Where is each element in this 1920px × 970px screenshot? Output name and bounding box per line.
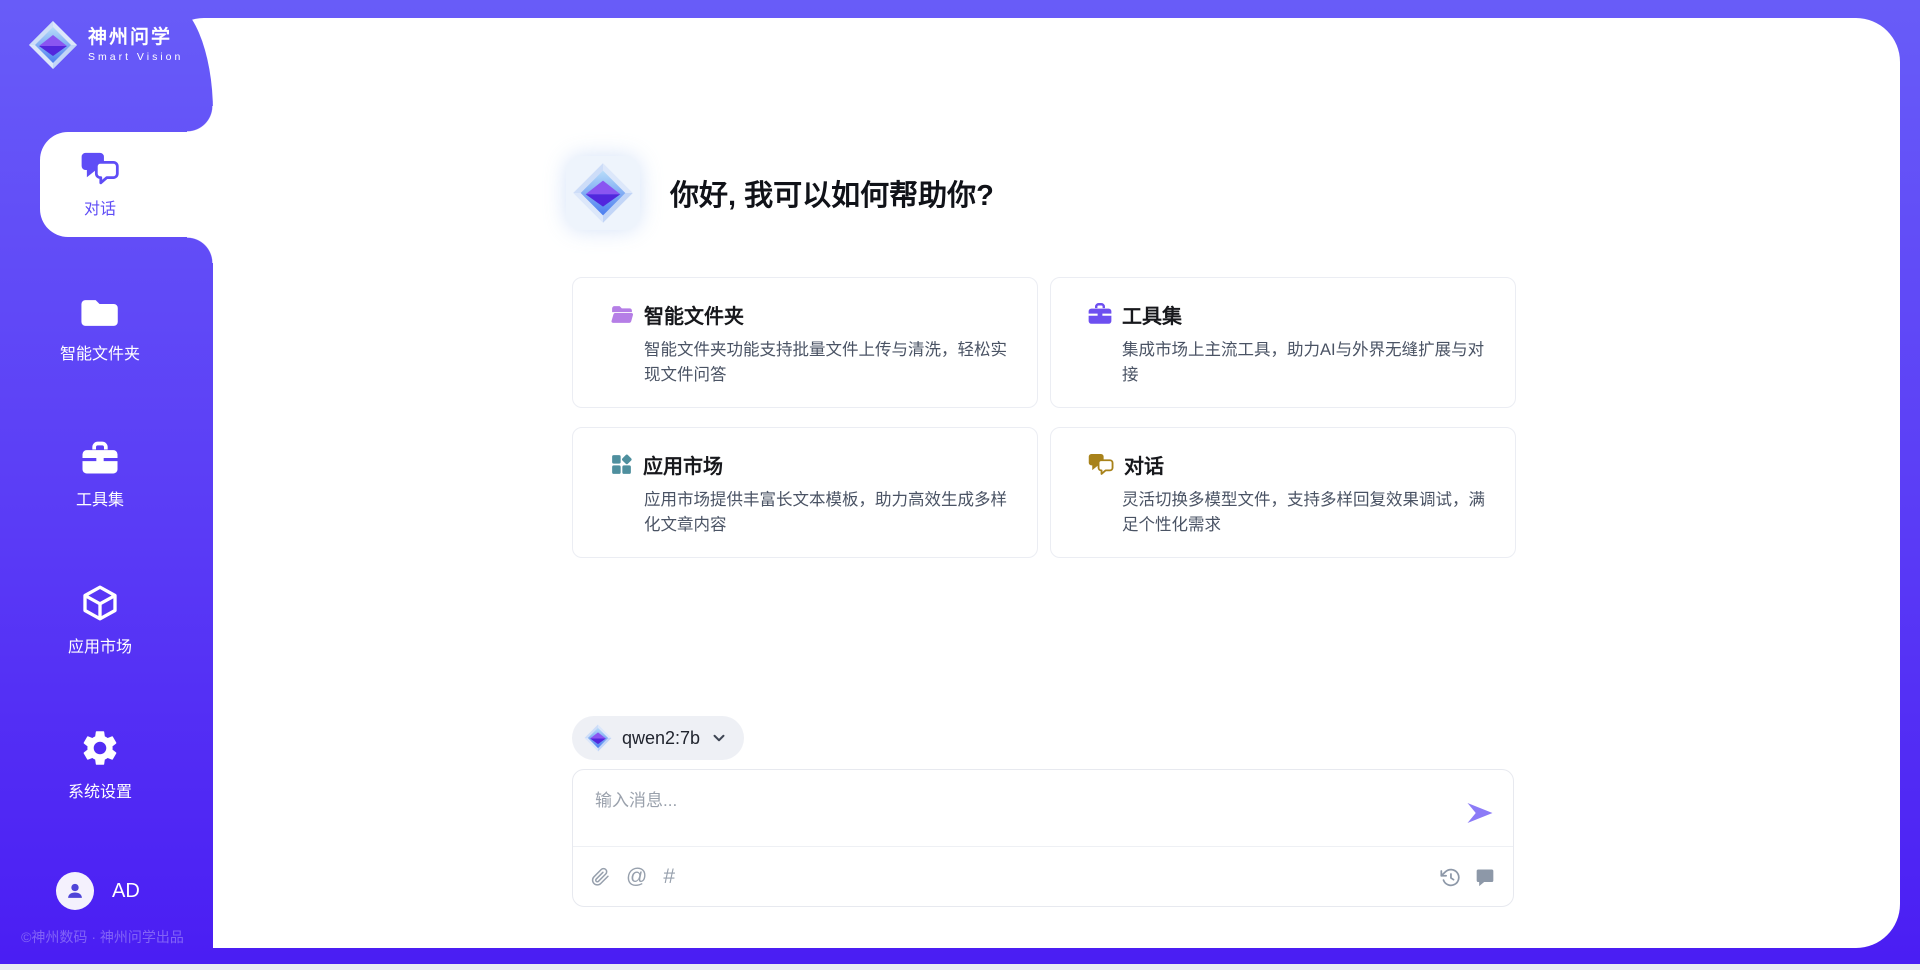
chat-bubbles-icon <box>79 150 121 186</box>
brand-title: 神州问学 <box>88 27 183 49</box>
send-icon <box>1465 798 1495 828</box>
user-name: AD <box>112 880 140 903</box>
greeting-title: 你好, 我可以如何帮助你? <box>670 172 994 214</box>
attach-file-button[interactable] <box>591 867 610 887</box>
brand-diamond-logo-icon <box>566 156 640 230</box>
feedback-bubble-icon <box>1475 867 1495 887</box>
active-tab-background <box>40 132 213 237</box>
avatar <box>56 872 94 910</box>
cube-icon <box>80 582 120 624</box>
composer-divider <box>573 846 1513 847</box>
copyright-footer: ©神州数码 · 神州问学出品 <box>0 927 205 947</box>
history-button[interactable] <box>1440 867 1461 888</box>
app-grid-icon <box>609 452 634 477</box>
card-app-market[interactable]: 应用市场 应用市场提供丰富长文本模板，助力高效生成多样化文章内容 <box>572 427 1038 558</box>
card-description: 应用市场提供丰富长文本模板，助力高效生成多样化文章内容 <box>644 488 1013 538</box>
card-description: 智能文件夹功能支持批量文件上传与清洗，轻松实现文件问答 <box>644 338 1013 388</box>
briefcase-icon <box>1087 302 1113 326</box>
card-title: 应用市场 <box>643 450 723 479</box>
sidebar-item-label: 智能文件夹 <box>60 340 140 364</box>
sidebar: 神州问学 Smart Vision 对话 智能文件夹 工具集 <box>0 0 213 970</box>
sidebar-item-label: 系统设置 <box>68 778 132 802</box>
card-description: 灵活切换多模型文件，支持多样回复效果调试，满足个性化需求 <box>1122 488 1491 538</box>
card-title: 智能文件夹 <box>644 300 744 329</box>
sidebar-item-chat[interactable]: 对话 <box>0 132 213 237</box>
brand-subtitle: Smart Vision <box>88 51 183 63</box>
model-selector[interactable]: qwen2:7b <box>572 716 744 760</box>
diamond-logo-icon <box>28 20 78 70</box>
feedback-button[interactable] <box>1475 867 1495 887</box>
card-title: 工具集 <box>1122 300 1182 329</box>
card-description: 集成市场上主流工具，助力AI与外界无缝扩展与对接 <box>1122 338 1491 388</box>
user-menu[interactable]: AD <box>56 872 140 910</box>
card-toolset[interactable]: 工具集 集成市场上主流工具，助力AI与外界无缝扩展与对接 <box>1050 277 1516 408</box>
card-smart-folder[interactable]: 智能文件夹 智能文件夹功能支持批量文件上传与清洗，轻松实现文件问答 <box>572 277 1038 408</box>
chat-bubbles-icon <box>1087 452 1115 476</box>
send-button[interactable] <box>1463 796 1497 830</box>
model-name: qwen2:7b <box>622 728 700 749</box>
sidebar-item-label: 对话 <box>84 195 116 219</box>
hash-icon: # <box>663 867 675 887</box>
sidebar-item-toolset[interactable]: 工具集 <box>0 422 213 527</box>
sidebar-item-label: 工具集 <box>76 486 124 510</box>
paperclip-icon <box>591 867 610 887</box>
briefcase-icon <box>80 440 120 477</box>
sidebar-item-smart-folder[interactable]: 智能文件夹 <box>0 277 213 382</box>
chevron-down-icon <box>710 729 728 747</box>
sidebar-item-label: 应用市场 <box>68 633 132 657</box>
folder-icon <box>79 295 121 331</box>
model-diamond-logo-icon <box>584 724 612 752</box>
person-icon <box>64 880 86 902</box>
brand-logo: 神州问学 Smart Vision <box>28 20 183 70</box>
greeting-row: 你好, 我可以如何帮助你? <box>566 156 994 230</box>
sidebar-item-settings[interactable]: 系统设置 <box>0 712 213 817</box>
at-icon: @ <box>626 867 647 887</box>
message-input[interactable] <box>593 784 1433 839</box>
mention-button[interactable]: @ <box>626 867 647 887</box>
card-title: 对话 <box>1124 450 1164 479</box>
sidebar-nav: 对话 智能文件夹 工具集 应用市场 <box>0 132 213 857</box>
sidebar-item-app-market[interactable]: 应用市场 <box>0 567 213 672</box>
card-chat[interactable]: 对话 灵活切换多模型文件，支持多样回复效果调试，满足个性化需求 <box>1050 427 1516 558</box>
feature-cards: 智能文件夹 智能文件夹功能支持批量文件上传与清洗，轻松实现文件问答 工具集 集成… <box>572 277 1516 558</box>
message-composer: @ # <box>572 769 1514 907</box>
topic-button[interactable]: # <box>663 867 675 887</box>
main-content-panel: 你好, 我可以如何帮助你? 智能文件夹 智能文件夹功能支持批量文件上传与清洗，轻… <box>160 18 1900 948</box>
history-icon <box>1440 867 1461 888</box>
bottom-edge-strip <box>0 964 1920 970</box>
gear-icon <box>79 727 121 769</box>
folder-open-icon <box>609 302 635 327</box>
